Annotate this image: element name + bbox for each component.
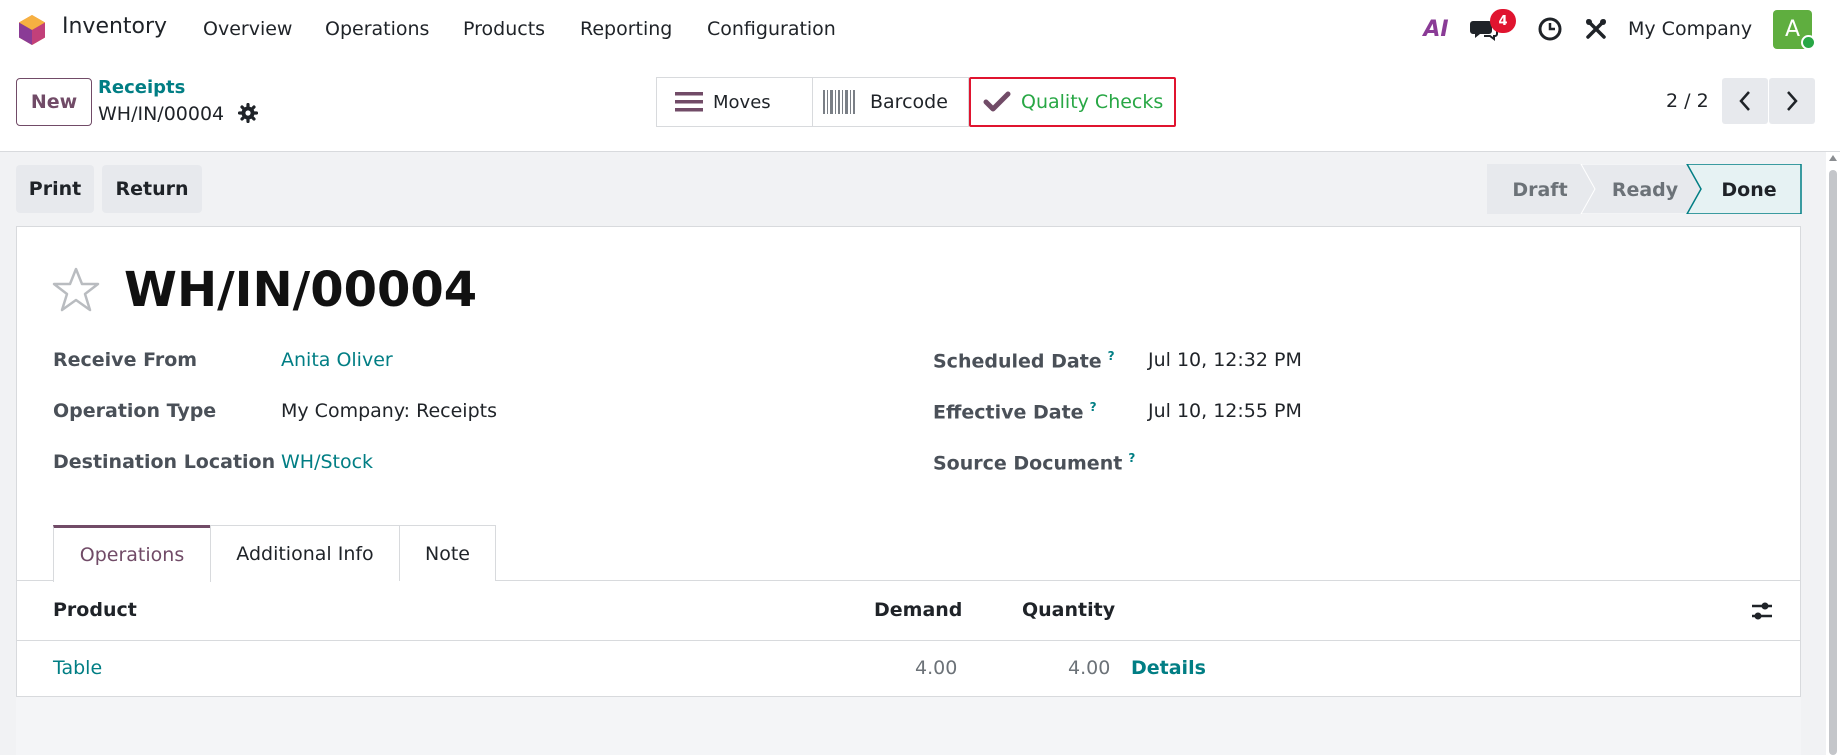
print-button[interactable]: Print — [16, 165, 94, 213]
tab-note[interactable]: Note — [399, 525, 496, 581]
top-navbar: Inventory Overview Operations Products R… — [0, 0, 1840, 58]
column-product[interactable]: Product — [53, 599, 137, 621]
scrollbar-thumb[interactable] — [1829, 170, 1837, 755]
operation-type-value[interactable]: My Company: Receipts — [281, 400, 497, 422]
breadcrumb-receipts[interactable]: Receipts — [98, 77, 185, 98]
menu-products[interactable]: Products — [463, 18, 545, 40]
new-button[interactable]: New — [16, 78, 92, 126]
menu-operations[interactable]: Operations — [325, 18, 429, 40]
chevron-right-icon — [1787, 91, 1798, 111]
activity-clock-icon[interactable] — [1534, 14, 1566, 44]
row-quantity[interactable]: 4.00 — [1068, 657, 1110, 679]
effective-date-label: Effective Date? — [933, 400, 1097, 424]
receive-from-label: Receive From — [53, 349, 198, 371]
receive-from-value[interactable]: Anita Oliver — [281, 349, 393, 371]
ai-label: AI — [1423, 16, 1449, 42]
barcode-label: Barcode — [870, 91, 948, 113]
destination-location-value[interactable]: WH/Stock — [281, 451, 373, 473]
row-product[interactable]: Table — [53, 657, 102, 679]
pager-next-button[interactable] — [1769, 78, 1815, 124]
inventory-app-logo[interactable] — [17, 14, 47, 46]
stage-ready: Ready — [1612, 179, 1679, 201]
menu-overview[interactable]: Overview — [203, 18, 292, 40]
operation-type-label: Operation Type — [53, 400, 217, 422]
stage-done: Done — [1721, 179, 1776, 201]
gear-icon[interactable] — [238, 103, 258, 123]
check-icon — [983, 91, 1011, 112]
source-document-help[interactable]: ? — [1128, 451, 1135, 465]
company-switcher[interactable]: My Company — [1628, 18, 1752, 40]
effective-date-value[interactable]: Jul 10, 12:55 PM — [1148, 400, 1302, 422]
messages-badge: 4 — [1490, 9, 1516, 33]
barcode-icon — [823, 90, 855, 114]
tools-icon[interactable] — [1580, 14, 1612, 44]
status-bar: Draft Ready Done — [1487, 164, 1802, 214]
breadcrumb-current: WH/IN/00004 — [98, 103, 225, 125]
menu-configuration[interactable]: Configuration — [707, 18, 836, 40]
online-status-dot — [1801, 35, 1816, 50]
column-quantity[interactable]: Quantity — [1022, 599, 1115, 621]
effective-date-help[interactable]: ? — [1090, 400, 1097, 414]
return-button[interactable]: Return — [102, 165, 202, 213]
column-demand[interactable]: Demand — [874, 599, 962, 621]
scheduled-date-label: Scheduled Date? — [933, 349, 1115, 373]
tab-additional-info[interactable]: Additional Info — [210, 525, 400, 581]
scheduled-date-help[interactable]: ? — [1108, 349, 1115, 363]
row-details-button[interactable]: Details — [1131, 657, 1206, 679]
moves-label: Moves — [713, 91, 771, 113]
menu-reporting[interactable]: Reporting — [580, 18, 672, 40]
pager-value[interactable]: 2 / 2 — [1666, 90, 1709, 112]
table-header-divider — [16, 640, 1801, 641]
optional-columns-icon[interactable] — [1751, 600, 1773, 622]
destination-location-label: Destination Location — [53, 451, 276, 473]
star-icon[interactable] — [52, 266, 100, 314]
quality-checks-label: Quality Checks — [1021, 91, 1164, 113]
record-title: WH/IN/00004 — [124, 262, 478, 318]
chevron-left-icon — [1739, 91, 1750, 111]
row-demand: 4.00 — [915, 657, 958, 679]
app-name[interactable]: Inventory — [62, 14, 167, 39]
moves-smart-button[interactable]: Moves — [656, 77, 813, 127]
tab-operations[interactable]: Operations — [53, 525, 211, 582]
scroll-up-arrow[interactable] — [1829, 155, 1837, 161]
quality-checks-smart-button[interactable]: Quality Checks — [969, 77, 1176, 127]
pager-previous-button[interactable] — [1722, 78, 1768, 124]
stage-draft: Draft — [1512, 179, 1567, 201]
empty-table-row — [16, 697, 1801, 755]
source-document-label: Source Document? — [933, 451, 1136, 475]
scheduled-date-value[interactable]: Jul 10, 12:32 PM — [1148, 349, 1302, 371]
ai-icon[interactable]: AI — [1420, 14, 1452, 44]
list-icon — [675, 92, 703, 112]
barcode-smart-button[interactable]: Barcode — [813, 77, 969, 127]
